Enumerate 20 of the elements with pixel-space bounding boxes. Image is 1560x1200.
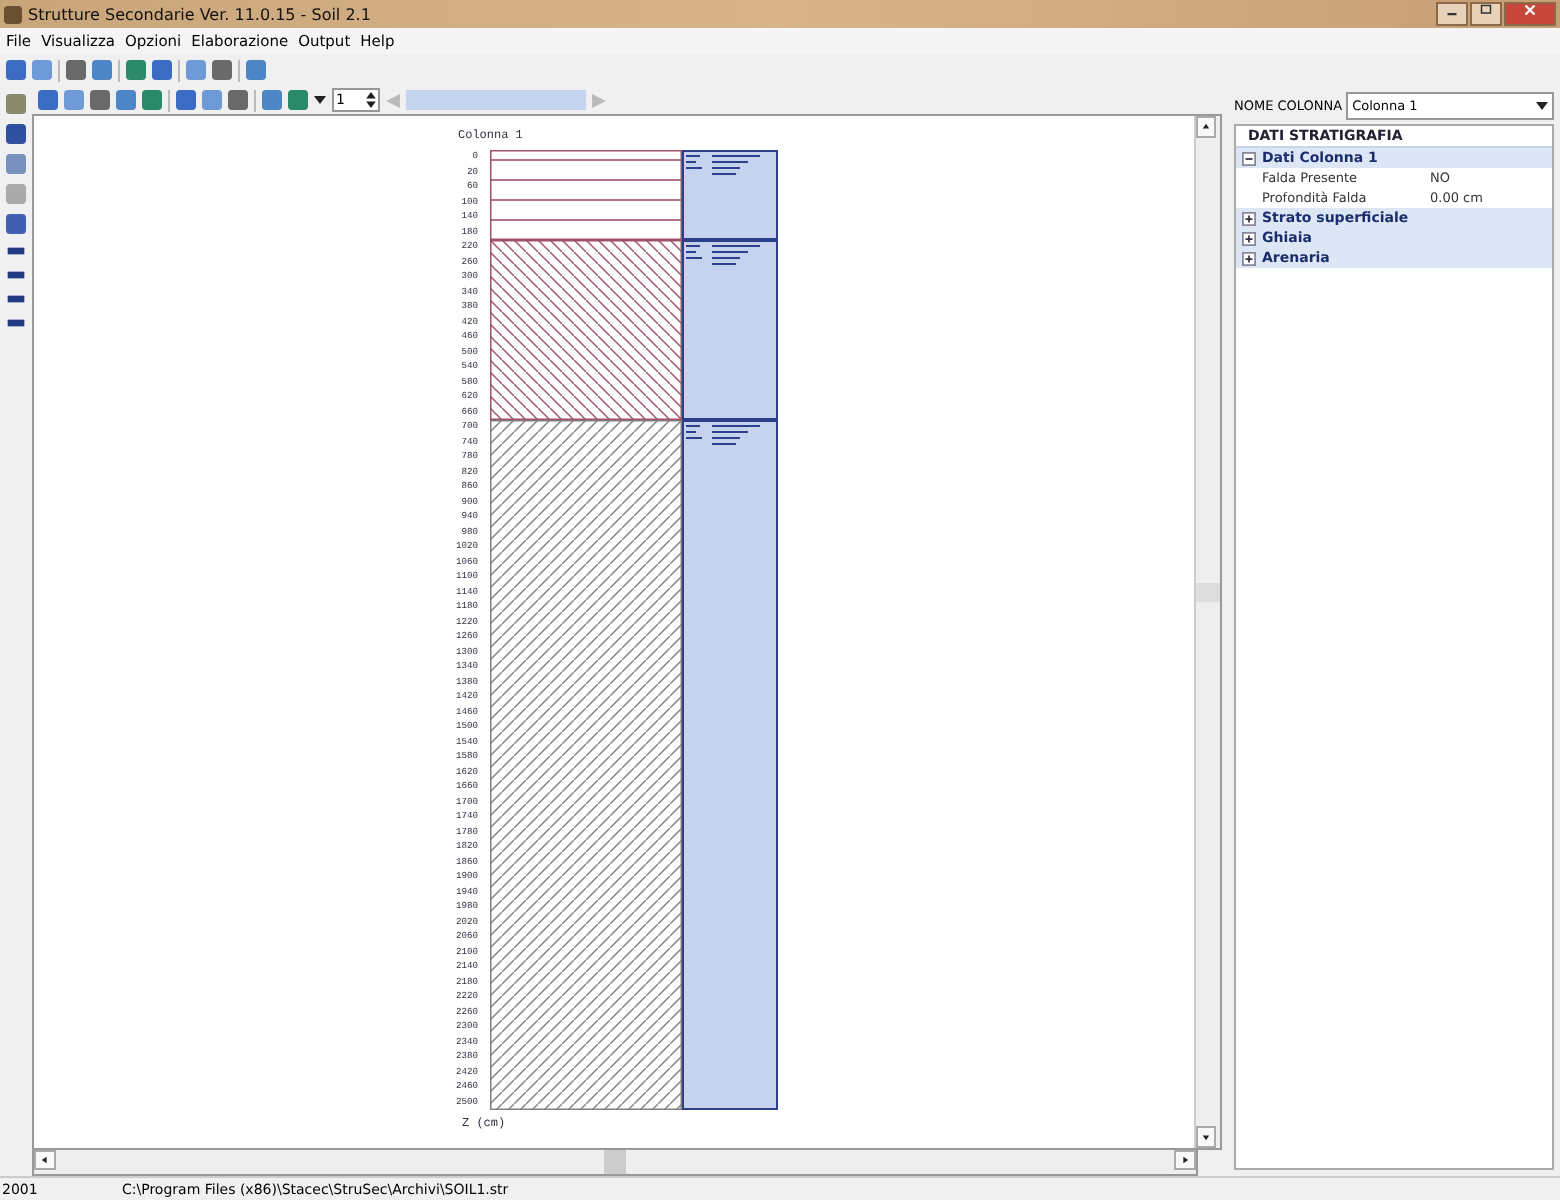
- square-icon[interactable]: [66, 60, 86, 80]
- minimize-button[interactable]: [1436, 2, 1468, 26]
- scroll-left-icon[interactable]: [34, 1150, 56, 1170]
- expand-icon[interactable]: [1242, 211, 1256, 225]
- expand-icon[interactable]: [1242, 231, 1256, 245]
- caret-icon[interactable]: [314, 96, 326, 104]
- close-icon: [1522, 4, 1538, 16]
- collapse-icon[interactable]: [1242, 151, 1256, 165]
- square-icon[interactable]: [6, 184, 26, 204]
- close-button[interactable]: [1504, 2, 1556, 26]
- right-arrow-icon[interactable]: [592, 93, 606, 107]
- maximize-button[interactable]: [1470, 2, 1502, 26]
- scroll-right-icon[interactable]: [1174, 1150, 1196, 1170]
- window-title: Strutture Secondarie Ver. 11.0.15 - Soil 2.1: [28, 5, 373, 23]
- expand-icon[interactable]: [1242, 251, 1256, 265]
- app-icon: [4, 5, 22, 23]
- scroll-up-icon[interactable]: [1196, 116, 1216, 138]
- maximize-icon: [1478, 4, 1494, 16]
- left-arrow-icon[interactable]: [386, 93, 400, 107]
- scroll-down-icon[interactable]: [1196, 1126, 1216, 1148]
